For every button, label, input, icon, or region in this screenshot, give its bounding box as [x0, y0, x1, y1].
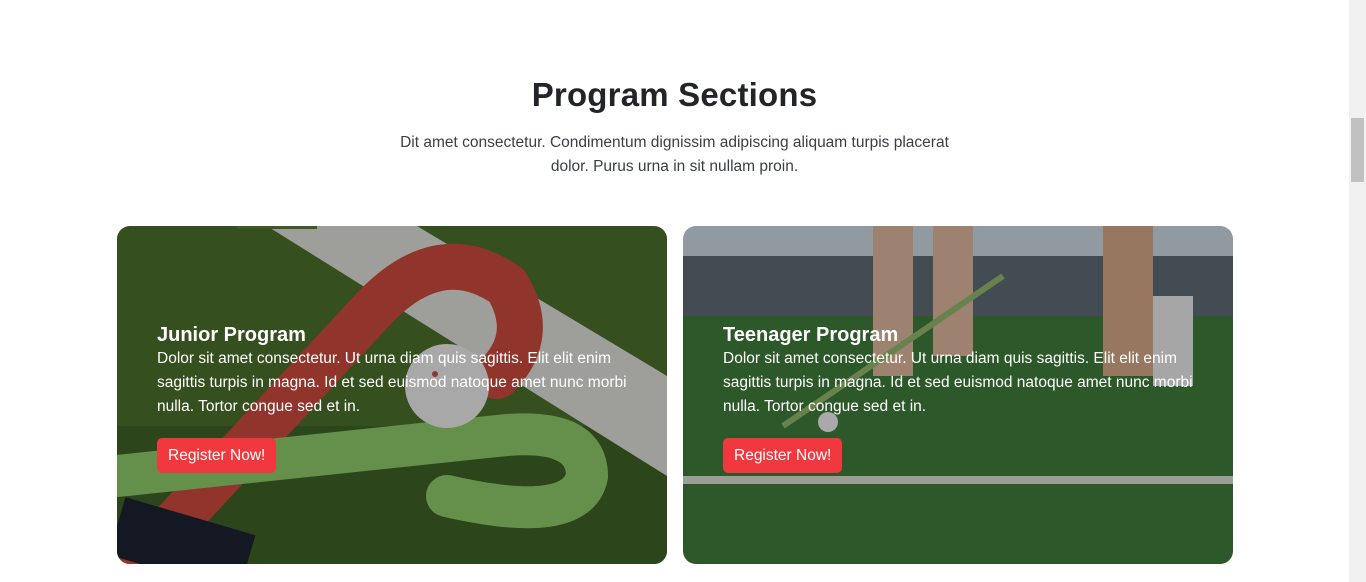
- program-card-teenager: Teenager Program Dolor sit amet consecte…: [683, 226, 1233, 564]
- register-button[interactable]: Register Now!: [723, 438, 843, 473]
- section-description: Dit amet consectetur. Condimentum dignis…: [400, 134, 949, 175]
- card-text: Dolor sit amet consectetur. Ut urna diam…: [157, 350, 627, 415]
- card-title: Junior Program: [157, 324, 306, 346]
- card-title: Teenager Program: [723, 324, 899, 346]
- program-sections: Program Sections Dit amet consectetur. C…: [0, 0, 1349, 582]
- card-content: Teenager Program Dolor sit amet consecte…: [723, 323, 1203, 473]
- card-text: Dolor sit amet consectetur. Ut urna diam…: [723, 350, 1193, 415]
- program-card-junior: Junior Program Dolor sit amet consectetu…: [117, 226, 667, 564]
- card-content: Junior Program Dolor sit amet consectetu…: [157, 323, 637, 473]
- scrollbar-thumb[interactable]: [1351, 118, 1364, 182]
- section-title: Program Sections: [531, 76, 818, 113]
- register-button[interactable]: Register Now!: [157, 438, 277, 473]
- scrollbar[interactable]: [1349, 0, 1366, 582]
